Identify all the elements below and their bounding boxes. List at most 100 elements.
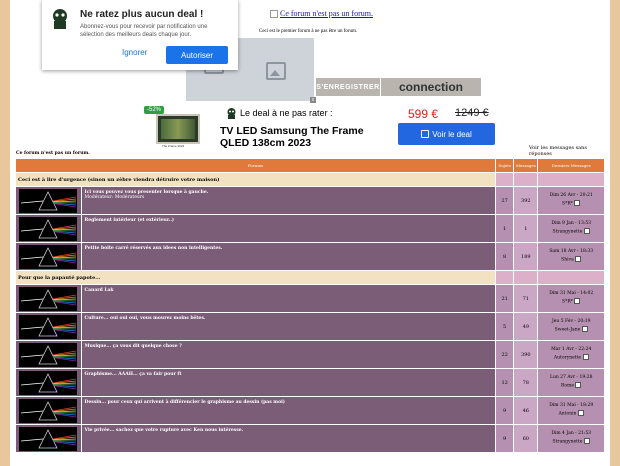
prism-forum-icon: [19, 188, 77, 213]
table-header: Forums Sujets Messages Derniers Messages: [14, 158, 605, 173]
category-row: Ceci est à lire d'urgence (sinon un zèbr…: [14, 172, 605, 187]
forum-row: Culture... oui oui oui, vous mourez moin…: [15, 312, 605, 341]
last-post-user[interactable]: Antonin: [559, 411, 577, 416]
prism-forum-icon: [19, 398, 77, 423]
last-post-user[interactable]: Rome: [561, 383, 574, 388]
deal-widget[interactable]: -52% The Frame 2023 Le deal à ne pas rat…: [140, 104, 498, 150]
prism-forum-icon: [19, 286, 77, 311]
ad-close-icon[interactable]: x: [310, 97, 316, 103]
prism-forum-icon: [19, 314, 77, 339]
prism-forum-icon: [19, 426, 77, 451]
last-post-user[interactable]: S*R*: [562, 201, 573, 206]
prism-forum-icon: [19, 370, 77, 395]
tv-caption: The Frame 2023: [162, 144, 185, 148]
goto-last-post-icon[interactable]: [577, 409, 584, 416]
forum-name-link[interactable]: Graphisme... AAAH... ça va fair pour ft: [85, 372, 493, 377]
register-button[interactable]: S'ENREGISTRER: [316, 78, 380, 96]
forum-name-link[interactable]: Vie privée... sachez que votre rupture a…: [85, 428, 493, 433]
goto-last-post-icon[interactable]: [582, 353, 589, 360]
topic-count: 12: [495, 368, 515, 397]
see-deal-label: Voir le deal: [432, 129, 472, 139]
last-post-user[interactable]: Sweet-Jane: [555, 327, 581, 332]
image-placeholder-icon: [266, 62, 286, 80]
forum-name-link[interactable]: Canard Lak: [85, 288, 493, 293]
last-post-user[interactable]: Strangynette: [553, 439, 583, 444]
last-post-user[interactable]: S*R*: [562, 299, 573, 304]
last-post-user[interactable]: Shiva: [561, 257, 574, 262]
forum-row: Ici vous pouvez vous presenter lorsque à…: [15, 186, 605, 215]
broken-image-icon: [270, 10, 278, 19]
category-title[interactable]: Ceci est à lire d'urgence (sinon un zèbr…: [14, 172, 497, 187]
goto-last-post-icon[interactable]: [581, 325, 588, 332]
goto-last-post-icon[interactable]: [575, 255, 582, 262]
forum-name-link[interactable]: Musique... ça vous dit quelque chose ?: [85, 344, 493, 349]
col-forums: Forums: [14, 158, 497, 173]
category-title[interactable]: Pour que la papauté papote...: [14, 270, 497, 285]
col-topics: Sujets: [495, 158, 515, 173]
topic-count: 1: [495, 214, 515, 243]
deal-price: 599 €: [408, 107, 439, 121]
tv-product-image: [156, 114, 200, 144]
topic-count: 22: [495, 340, 515, 369]
message-count: 390: [513, 340, 539, 369]
topic-count: 5: [495, 312, 515, 341]
mascot-icon: [225, 107, 238, 123]
goto-last-post-icon[interactable]: [575, 381, 582, 388]
prism-forum-icon: [19, 244, 77, 269]
goto-last-post-icon[interactable]: [583, 437, 590, 444]
last-post-user[interactable]: Strangynette: [553, 229, 583, 234]
forum-table: Forums Sujets Messages Derniers Messages…: [14, 158, 605, 453]
message-count: 71: [513, 284, 539, 313]
topic-count: 9: [495, 396, 515, 425]
see-deal-button[interactable]: Voir le deal: [398, 123, 495, 145]
moderator-link[interactable]: Modérateur: Modérateurs: [85, 195, 493, 200]
forum-row: Graphisme... AAAH... ça va fair pour ft 1…: [15, 368, 605, 397]
forum-row: Vie privée... sachez que votre rupture a…: [15, 424, 605, 453]
login-button[interactable]: connection: [381, 78, 481, 96]
message-count: 46: [513, 396, 539, 425]
unanswered-messages-link[interactable]: Voir les messages sans réponses: [529, 145, 610, 157]
goto-last-post-icon[interactable]: [583, 227, 590, 234]
category-row: Pour que la papauté papote...: [14, 270, 605, 285]
forum-name-link[interactable]: Dessin... pour ceux qui arrivent à diffé…: [85, 400, 493, 405]
message-count: 60: [513, 424, 539, 453]
deal-heading: Le deal à ne pas rater :: [240, 108, 333, 118]
message-count: 392: [513, 186, 539, 215]
forum-row: Canard Lak 21 71 Dim 31 Mai - 14:02 S*R*: [15, 284, 605, 313]
notification-title: Ne ratez plus aucun deal !: [80, 9, 204, 20]
topic-count: 9: [495, 424, 515, 453]
external-link-icon: [421, 130, 430, 138]
notification-description: Abonnez-vous pour recevoir par notificat…: [80, 24, 208, 38]
forum-name-link[interactable]: Reglement intérieur (et extérieur..): [85, 218, 493, 223]
goto-last-post-icon[interactable]: [574, 199, 581, 206]
forum-row: Petite boite carré réservés aux idees no…: [15, 242, 605, 271]
topic-count: 21: [495, 284, 515, 313]
ignore-button[interactable]: Ignorer: [122, 48, 147, 57]
prism-forum-icon: [19, 342, 77, 367]
topic-count: 8: [495, 242, 515, 271]
prism-forum-icon: [19, 216, 77, 241]
message-count: 49: [513, 312, 539, 341]
mascot-icon: [50, 8, 70, 30]
topic-count: 27: [495, 186, 515, 215]
forum-row: Reglement intérieur (et extérieur..) 1 1 Di…: [15, 214, 605, 243]
forum-tagline: Ceci est le premier forum à ne pas être …: [259, 29, 358, 34]
message-count: 189: [513, 242, 539, 271]
notification-popup: Ne ratez plus aucun deal ! Abonnez-vous …: [42, 0, 238, 70]
forum-name-link[interactable]: Culture... oui oui oui, vous mourez moin…: [85, 316, 493, 321]
message-count: 1: [513, 214, 539, 243]
discount-badge: -52%: [144, 106, 165, 114]
col-last-messages: Derniers Messages: [537, 158, 605, 173]
message-count: 78: [513, 368, 539, 397]
forum-logo-link[interactable]: Ce forum n'est pas un forum.: [270, 9, 373, 19]
forum-row: Dessin... pour ceux qui arrivent à diffé…: [15, 396, 605, 425]
deal-old-price: 1249 €: [455, 107, 489, 119]
forum-row: Musique... ça vous dit quelque chose ? 22…: [15, 340, 605, 369]
last-post-user[interactable]: Autorynette: [554, 355, 581, 360]
col-messages: Messages: [513, 158, 539, 173]
site-name[interactable]: Ce forum n'est pas un forum.: [16, 151, 90, 156]
forum-name-link[interactable]: Petite boite carré réservés aux idees no…: [85, 246, 493, 251]
deal-title[interactable]: TV LED Samsung The Frame QLED 138cm 2023: [220, 125, 390, 149]
goto-last-post-icon[interactable]: [574, 297, 581, 304]
authorize-button[interactable]: Autoriser: [166, 46, 228, 64]
